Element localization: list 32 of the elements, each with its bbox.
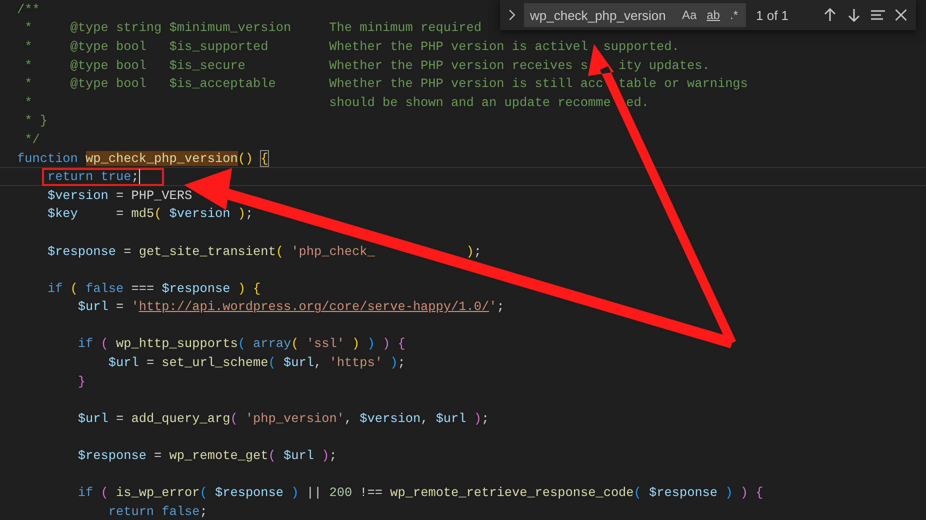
chevron-icon[interactable]: [508, 9, 516, 21]
code-line: $version = PHP_VERS: [47, 188, 192, 203]
code-line: if ( false === $response ) {: [47, 280, 261, 296]
find-option-toggle[interactable]: .*: [726, 6, 742, 24]
code-line: $response = wp_remote_get( $url );: [78, 448, 337, 464]
code-line: function wp_check_php_version() {: [17, 150, 268, 166]
find-option-toggle[interactable]: Aa: [678, 6, 701, 24]
code-line: return false;: [108, 504, 208, 519]
code-line: * @type bool $is_secure Whether the PHP version receives s ity updates.: [24, 58, 710, 73]
text-cursor: [138, 169, 140, 184]
close-icon[interactable]: [894, 8, 908, 22]
arrow-down-icon[interactable]: [846, 7, 862, 23]
find-option-toggle[interactable]: ab: [702, 6, 724, 24]
code-line: * }: [24, 113, 48, 128]
code-line: * @type bool $is_acceptable Whether the PHP version is still acc table or warnings: [24, 76, 748, 92]
code-line: if ( is_wp_error( $response ) || 200 !== wp_remote_retrieve_response_code( $response ) ) {: [78, 485, 764, 500]
code-line: * @type bool $is_supported Whether the PHP version is activel supported.: [24, 38, 680, 54]
code-line: }: [78, 374, 86, 389]
arrow-up-icon[interactable]: [822, 7, 838, 23]
code-line: $url = add_query_arg( 'php_version', $version, $url );: [78, 410, 490, 426]
code-line: return true;: [47, 169, 139, 184]
code-line: $response = get_site_transient( 'php_check_ );: [47, 244, 482, 259]
code-line: * should be shown and an update recomme ed.: [24, 94, 649, 110]
code-line: /**: [17, 2, 40, 17]
code-line: $url = 'http://api.wordpress.org/core/serve-happy/1.0/';: [78, 299, 504, 314]
code-line: * @type string $minimum_version The minimum required: [24, 20, 482, 36]
code-line: $key = md5( $version );: [47, 206, 254, 222]
find-input-field[interactable]: wp_check_php_version Aa ab .*: [524, 3, 746, 27]
code-line: if ( wp_http_supports( array( 'ssl' ) ) ) {: [78, 336, 406, 352]
match-count: 1 of 1: [756, 8, 789, 22]
code-line: $url = set_url_scheme( $url, 'https' );: [108, 355, 406, 370]
code-line: */: [24, 132, 40, 147]
